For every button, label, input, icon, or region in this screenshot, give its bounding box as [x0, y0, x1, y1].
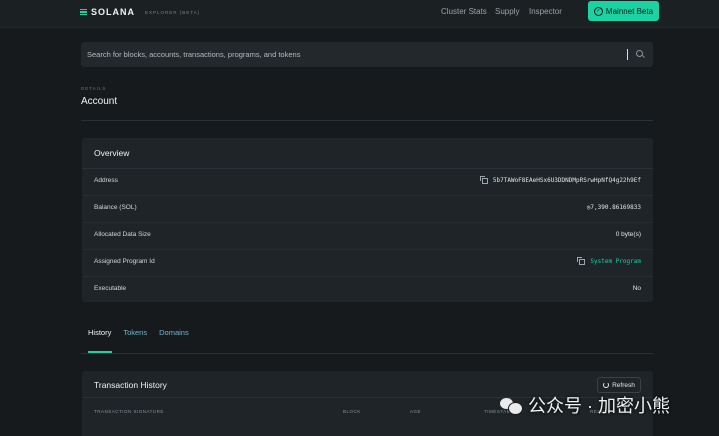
col-age: AGE [410, 409, 422, 414]
row-data-size: Allocated Data Size 0 byte(s) [82, 222, 653, 250]
copy-icon[interactable] [577, 256, 586, 265]
search-icon[interactable] [636, 50, 643, 57]
watermark: 公众号 · 加密小熊 [500, 392, 670, 418]
tab-tokens[interactable]: Tokens [123, 328, 147, 337]
top-navbar: SOLANA EXPLORER (BETA) Cluster Stats Sup… [0, 0, 719, 28]
executable-value: No [632, 285, 641, 292]
solana-logo[interactable]: SOLANA EXPLORER (BETA) [80, 7, 200, 17]
data-size-value: 0 byte(s) [615, 231, 641, 238]
page-title: Account [81, 96, 118, 107]
overview-card: Overview Address 5b7TAWoF8EAeHSx6U3DDNDM… [82, 138, 653, 302]
row-label: Balance (SOL) [94, 204, 137, 211]
address-text: 5b7TAWoF8EAeHSx6U3DDNDMpRSrwHpNfQ4g22h9E… [492, 177, 641, 184]
tab-history[interactable]: History [88, 328, 111, 337]
tab-domains[interactable]: Domains [159, 328, 189, 337]
check-circle-icon: ✓ [593, 6, 603, 16]
row-executable: Executable No [82, 276, 653, 303]
logo-subtitle: EXPLORER (BETA) [145, 9, 201, 15]
refresh-label: Refresh [612, 381, 635, 389]
refresh-button[interactable]: Refresh [597, 377, 641, 393]
balance-value: ◎7,390.86169833 [586, 204, 641, 211]
history-title: Transaction History [94, 380, 167, 390]
address-value[interactable]: 5b7TAWoF8EAeHSx6U3DDNDMpRSrwHpNfQ4g22h9E… [479, 175, 641, 184]
search-input[interactable] [87, 42, 617, 67]
search-caret [627, 49, 628, 60]
row-address: Address 5b7TAWoF8EAeHSx6U3DDNDMpRSrwHpNf… [82, 168, 653, 196]
logo-text: SOLANA [91, 7, 135, 17]
nav-supply[interactable]: Supply [495, 7, 519, 16]
row-balance: Balance (SOL) ◎7,390.86169833 [82, 195, 653, 223]
program-id-link[interactable]: System Program [577, 256, 641, 265]
col-block: BLOCK [343, 409, 361, 414]
overview-header: Overview [82, 138, 653, 169]
wechat-icon [500, 396, 523, 415]
col-signature: TRANSACTION SIGNATURE [94, 409, 164, 414]
header-divider [81, 120, 653, 121]
account-tabs: History Tokens Domains [88, 328, 189, 337]
row-program-id: Assigned Program Id System Program [82, 249, 653, 277]
page-eyebrow: DETAILS [81, 86, 107, 91]
row-label: Assigned Program Id [94, 258, 155, 265]
overview-title: Overview [94, 148, 130, 158]
watermark-text: 公众号 · 加密小熊 [528, 396, 670, 416]
refresh-icon [603, 382, 610, 388]
tabs-divider [81, 353, 653, 354]
row-label: Allocated Data Size [94, 231, 151, 238]
search-bar [81, 42, 653, 67]
nav-cluster-stats[interactable]: Cluster Stats [441, 7, 487, 16]
row-label: Executable [94, 285, 127, 292]
nav-inspector[interactable]: Inspector [529, 7, 562, 16]
solana-logo-icon [80, 8, 87, 16]
program-id-text: System Program [590, 258, 641, 265]
copy-icon[interactable] [479, 175, 488, 184]
cluster-label: Mainnet Beta [605, 6, 654, 16]
row-label: Address [94, 177, 118, 184]
cluster-select-button[interactable]: ✓ Mainnet Beta [588, 1, 659, 21]
